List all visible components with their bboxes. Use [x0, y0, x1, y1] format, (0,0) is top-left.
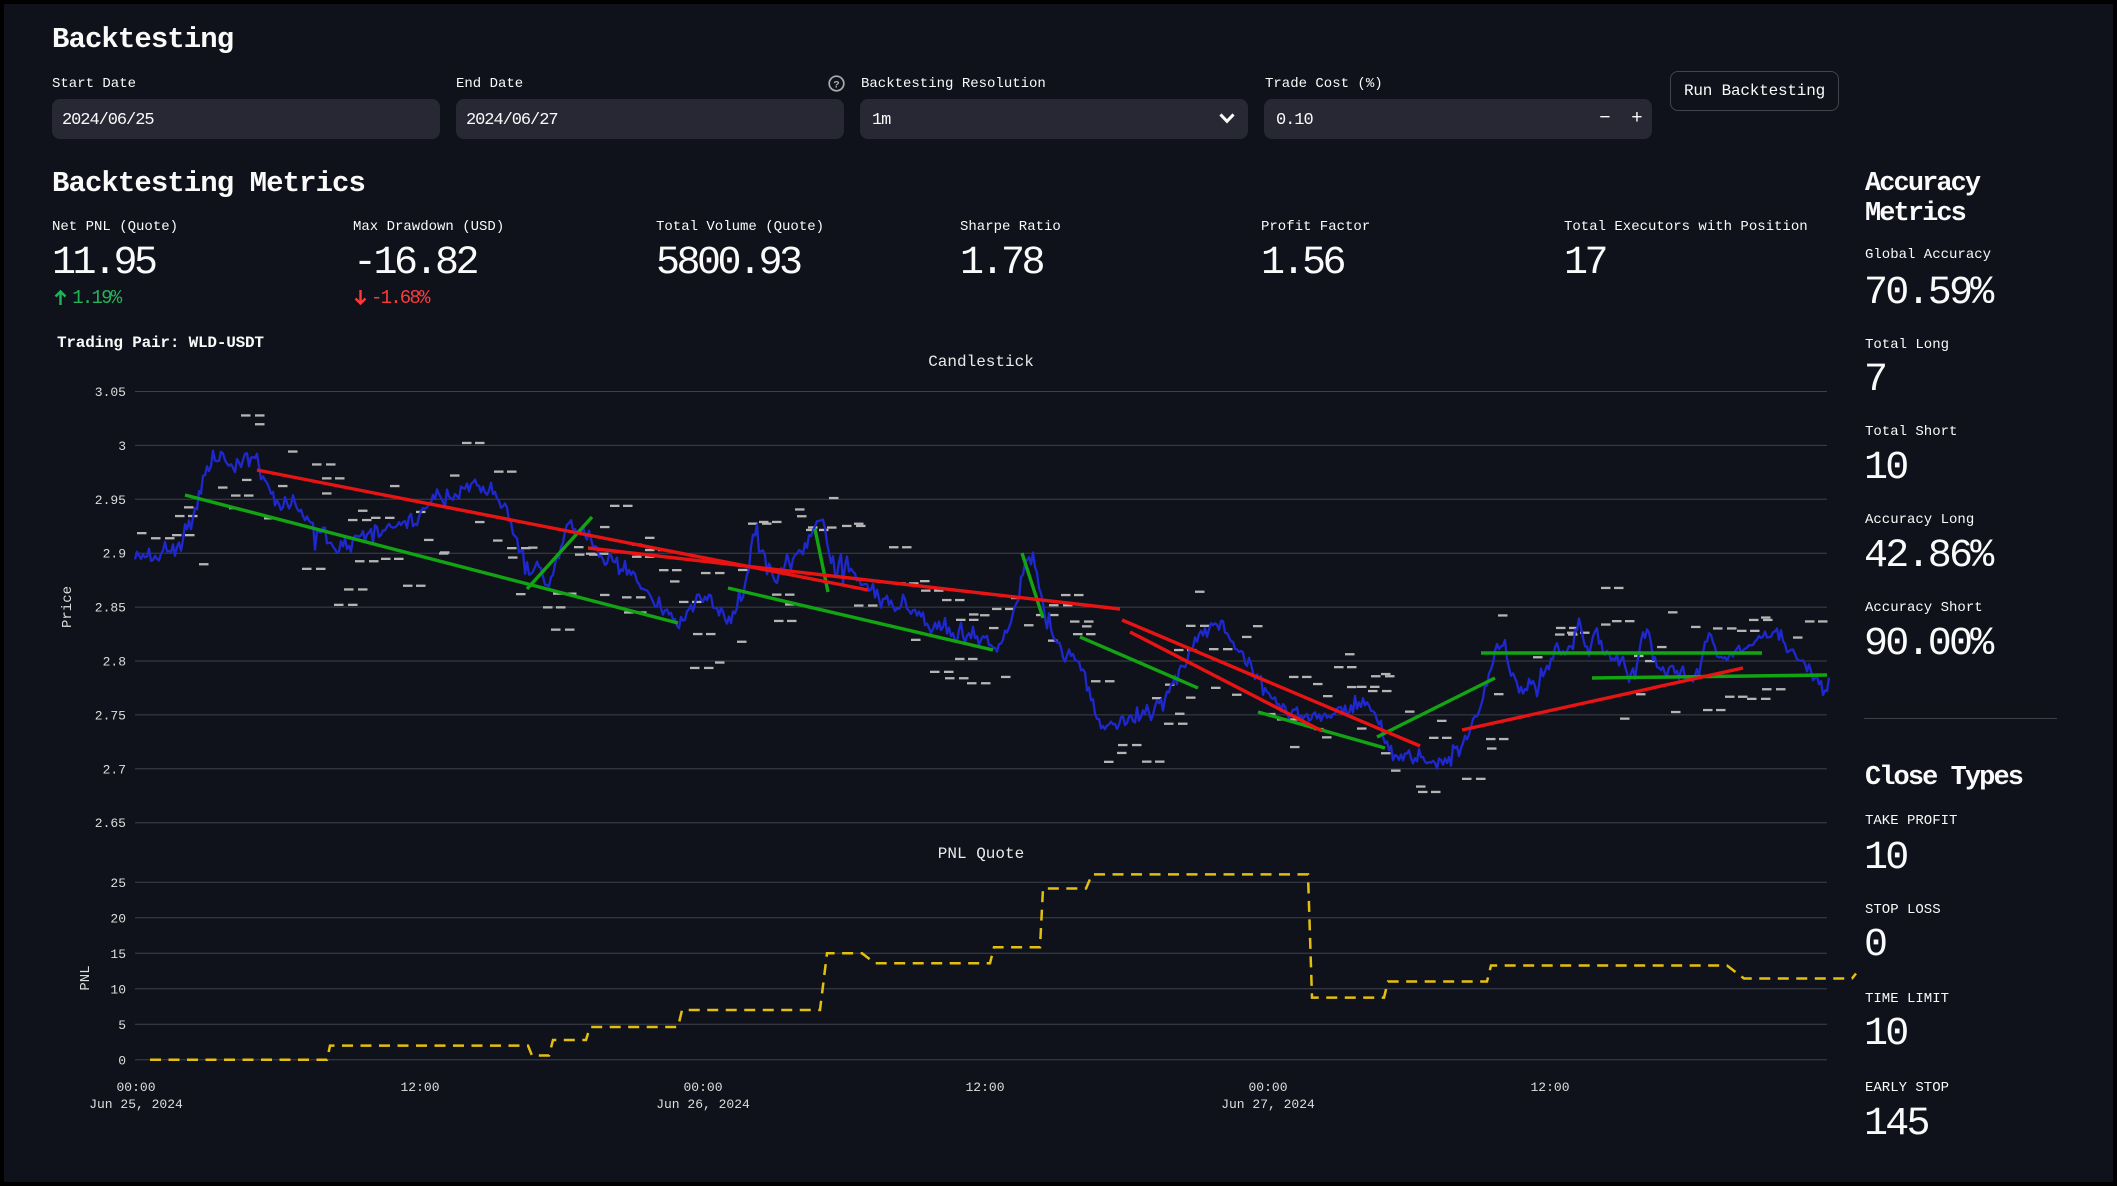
svg-text:2.75: 2.75 — [95, 708, 126, 723]
svg-text:Jun 27, 2024: Jun 27, 2024 — [1221, 1097, 1315, 1112]
svg-text:15: 15 — [110, 947, 126, 962]
svg-text:00:00: 00:00 — [683, 1080, 722, 1095]
svg-text:Jun 26, 2024: Jun 26, 2024 — [656, 1097, 750, 1112]
svg-text:10: 10 — [110, 982, 126, 997]
svg-text:Candlestick: Candlestick — [928, 353, 1034, 371]
svg-text:00:00: 00:00 — [116, 1080, 155, 1095]
svg-text:2.85: 2.85 — [95, 601, 126, 616]
svg-text:2.9: 2.9 — [103, 547, 126, 562]
svg-text:2.95: 2.95 — [95, 493, 126, 508]
svg-text:3.05: 3.05 — [95, 385, 126, 400]
svg-text:12:00: 12:00 — [965, 1080, 1004, 1095]
svg-text:Price: Price — [60, 586, 76, 628]
svg-text:0: 0 — [118, 1053, 126, 1068]
svg-text:3: 3 — [118, 439, 126, 454]
svg-text:2.7: 2.7 — [103, 762, 126, 777]
svg-text:Jun 25, 2024: Jun 25, 2024 — [89, 1097, 183, 1112]
svg-text:25: 25 — [110, 876, 126, 891]
svg-text:5: 5 — [118, 1018, 126, 1033]
svg-text:12:00: 12:00 — [400, 1080, 439, 1095]
svg-text:?: ? — [833, 79, 839, 91]
svg-text:20: 20 — [110, 911, 126, 926]
svg-text:12:00: 12:00 — [1530, 1080, 1569, 1095]
svg-text:2.8: 2.8 — [103, 655, 126, 670]
svg-text:PNL Quote: PNL Quote — [938, 845, 1024, 863]
svg-text:PNL: PNL — [78, 965, 94, 990]
svg-text:00:00: 00:00 — [1248, 1080, 1287, 1095]
svg-text:2.65: 2.65 — [95, 816, 126, 831]
